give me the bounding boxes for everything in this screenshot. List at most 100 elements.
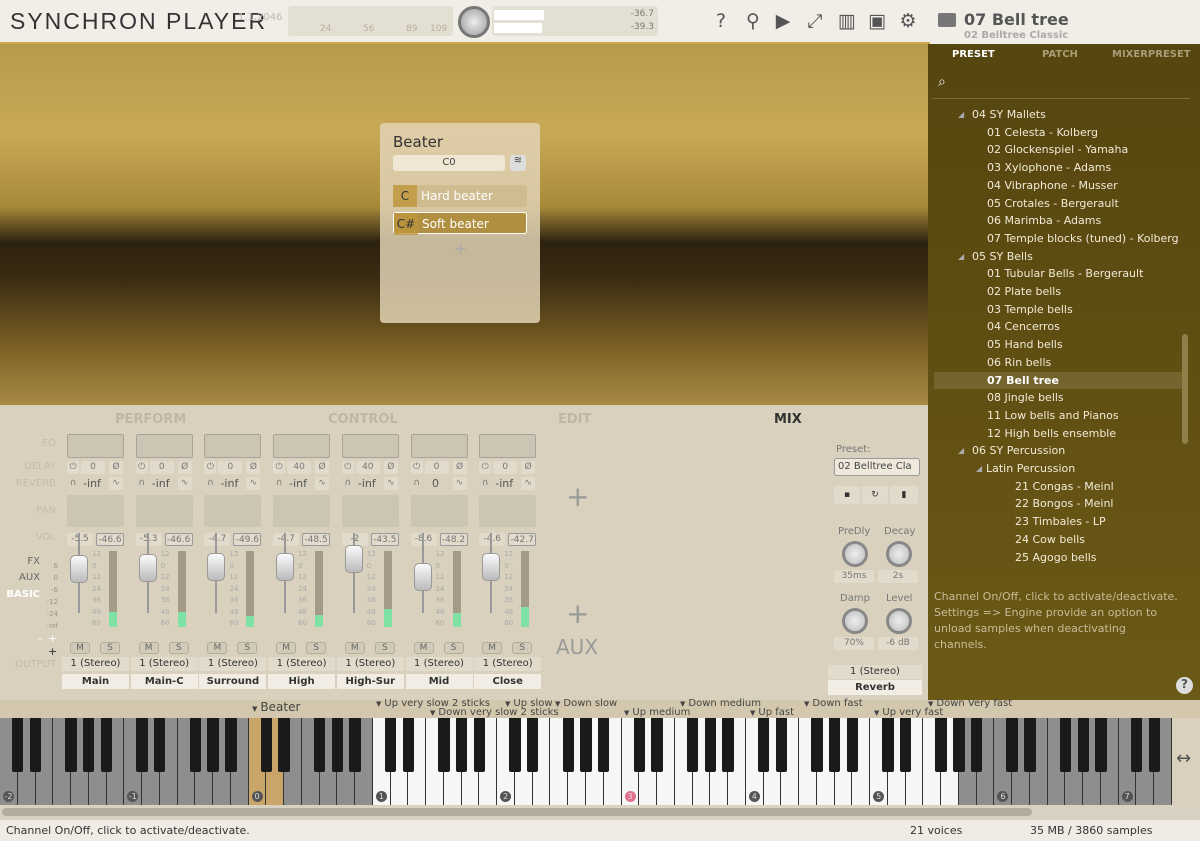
scrollbar-thumb[interactable]	[2, 808, 1032, 816]
search-icon[interactable]: ⌕	[938, 74, 946, 90]
pan-control[interactable]	[273, 495, 331, 527]
black-key[interactable]	[651, 718, 663, 772]
volume-value[interactable]: -4.7	[273, 533, 300, 546]
add-channel-button[interactable]: +	[48, 645, 57, 658]
reverb-send-value[interactable]: -inf	[354, 477, 380, 490]
tree-item[interactable]: 22 Bongos - Meinl	[934, 495, 1184, 513]
tree-folder[interactable]: ◢ 05 SY Bells	[934, 248, 1184, 266]
tab-patch[interactable]: PATCH	[1042, 49, 1078, 60]
eq-display[interactable]	[67, 434, 124, 458]
black-key[interactable]	[1130, 718, 1143, 772]
power-icon[interactable]: ⏻	[204, 461, 217, 474]
reverb-send-icon[interactable]: ∩	[342, 477, 354, 490]
black-key[interactable]	[384, 718, 397, 772]
reverb-send-icon[interactable]: ∩	[204, 477, 216, 490]
tree-item[interactable]: 07 Temple blocks (tuned) - Kolberg	[934, 230, 1184, 248]
mute-button[interactable]: M	[344, 642, 365, 654]
reverb-send-value[interactable]: -inf	[285, 477, 311, 490]
reverb-wave-icon[interactable]: ∿	[315, 477, 330, 490]
black-key[interactable]	[278, 718, 290, 772]
black-key[interactable]	[828, 718, 841, 772]
black-key[interactable]	[473, 718, 486, 772]
phase-icon[interactable]: Ø	[177, 461, 192, 474]
expand-triangle-icon[interactable]: ◢	[976, 460, 982, 477]
articulation-soft-beater[interactable]: C# Soft beater	[393, 212, 527, 235]
eq-display[interactable]	[341, 434, 399, 458]
tree-item[interactable]: 03 Xylophone - Adams	[934, 159, 1184, 177]
help-button[interactable]: ?	[1176, 677, 1193, 694]
output-select[interactable]: 1 (Stereo)	[130, 657, 198, 671]
solo-button[interactable]: S	[443, 642, 464, 654]
reverb-send-value[interactable]: -inf	[491, 477, 517, 490]
aux-toggle[interactable]: AUX	[0, 572, 40, 583]
predelay-knob[interactable]	[842, 541, 868, 567]
tree-item[interactable]: 06 Rin bells	[934, 354, 1184, 372]
power-icon[interactable]: ⏻	[273, 461, 286, 474]
add-articulation-button[interactable]: +	[454, 239, 467, 258]
black-key[interactable]	[704, 718, 716, 772]
black-key[interactable]	[29, 718, 42, 772]
tree-item[interactable]: 06 Marimba - Adams	[934, 212, 1184, 230]
black-key[interactable]	[509, 718, 521, 772]
keyswitch-label[interactable]: ▼ Beater	[252, 700, 300, 714]
mute-button[interactable]: M	[138, 642, 159, 654]
tab-mix[interactable]: MIX	[774, 412, 802, 427]
black-key[interactable]	[12, 718, 24, 772]
black-key[interactable]	[260, 718, 273, 772]
location-pin-icon[interactable]: ⚲	[742, 10, 764, 32]
tree-item[interactable]: 01 Tubular Bells - Bergerault	[934, 265, 1184, 283]
reverb-send-icon[interactable]: ∩	[136, 477, 148, 490]
tree-item[interactable]: 04 Cencerros	[934, 318, 1184, 336]
reverb-send-value[interactable]: -inf	[216, 477, 242, 490]
keyswitch-label[interactable]: ▼ Down fast	[804, 698, 863, 709]
black-key[interactable]	[100, 718, 113, 772]
black-key[interactable]	[1148, 718, 1160, 772]
add-fx-button[interactable]: +	[566, 480, 589, 513]
tree-item[interactable]: 23 Timbales - LP	[934, 513, 1184, 531]
tree-item[interactable]: 02 Glockenspiel - Yamaha	[934, 141, 1184, 159]
output-select[interactable]: 1 (Stereo)	[336, 657, 404, 671]
save-icon[interactable]: ▪	[834, 486, 860, 504]
expand-triangle-icon[interactable]: ◢	[958, 248, 964, 265]
master-volume-knob[interactable]	[458, 6, 490, 38]
tree-item[interactable]: 12 High bells ensemble	[934, 425, 1184, 443]
reverb-send-icon[interactable]: ∩	[273, 477, 285, 490]
black-key[interactable]	[136, 718, 148, 772]
play-icon[interactable]: ▶	[772, 10, 794, 32]
black-key[interactable]	[456, 718, 468, 772]
tree-item[interactable]: 02 Plate bells	[934, 283, 1184, 301]
delay-value[interactable]: 40	[355, 461, 380, 474]
keyboard[interactable]: -2 -1 0 1 2 3 4 5 6 7	[0, 718, 1172, 805]
output-select[interactable]: 1 (Stereo)	[199, 657, 267, 671]
pan-control[interactable]	[341, 495, 399, 527]
reverb-wave-icon[interactable]: ∿	[109, 477, 123, 490]
decay-knob[interactable]	[886, 541, 912, 567]
black-key[interactable]	[846, 718, 859, 772]
keyswitch-label[interactable]: ▼ Down slow	[555, 698, 617, 709]
level-knob[interactable]	[886, 608, 912, 634]
volume-fader[interactable]	[207, 552, 226, 581]
delay-value[interactable]: 0	[149, 461, 174, 474]
solo-button[interactable]: S	[306, 642, 327, 654]
output-select[interactable]: 1 (Stereo)	[268, 657, 336, 671]
add-aux-button[interactable]: +	[566, 597, 589, 630]
basic-toggle[interactable]: BASIC	[0, 589, 40, 600]
layers-icon[interactable]: ≋	[510, 155, 526, 171]
reload-icon[interactable]: ↻	[862, 486, 888, 504]
black-key[interactable]	[438, 718, 450, 772]
black-key[interactable]	[722, 718, 734, 772]
delay-value[interactable]: 0	[81, 461, 105, 474]
keyswitch-label[interactable]: ▼ Down Very fast	[928, 698, 1012, 709]
volume-value[interactable]: -5.3	[135, 533, 162, 546]
reverb-send-icon[interactable]: ∩	[411, 477, 423, 490]
tree-item[interactable]: 25 Agogo bells	[934, 549, 1184, 567]
eq-display[interactable]	[410, 434, 468, 458]
solo-button[interactable]: S	[512, 642, 533, 654]
output-select[interactable]: 1 (Stereo)	[405, 657, 473, 671]
delay-value[interactable]: 0	[218, 461, 243, 474]
tree-item[interactable]: 01 Celesta - Kolberg	[934, 124, 1184, 142]
tree-folder[interactable]: ◢ 06 SY Percussion	[934, 442, 1184, 460]
power-icon[interactable]: ⏻	[135, 461, 148, 474]
tab-mixerpreset[interactable]: MIXERPRESET	[1112, 49, 1191, 60]
tree-item[interactable]: 05 Crotales - Bergerault	[934, 195, 1184, 213]
